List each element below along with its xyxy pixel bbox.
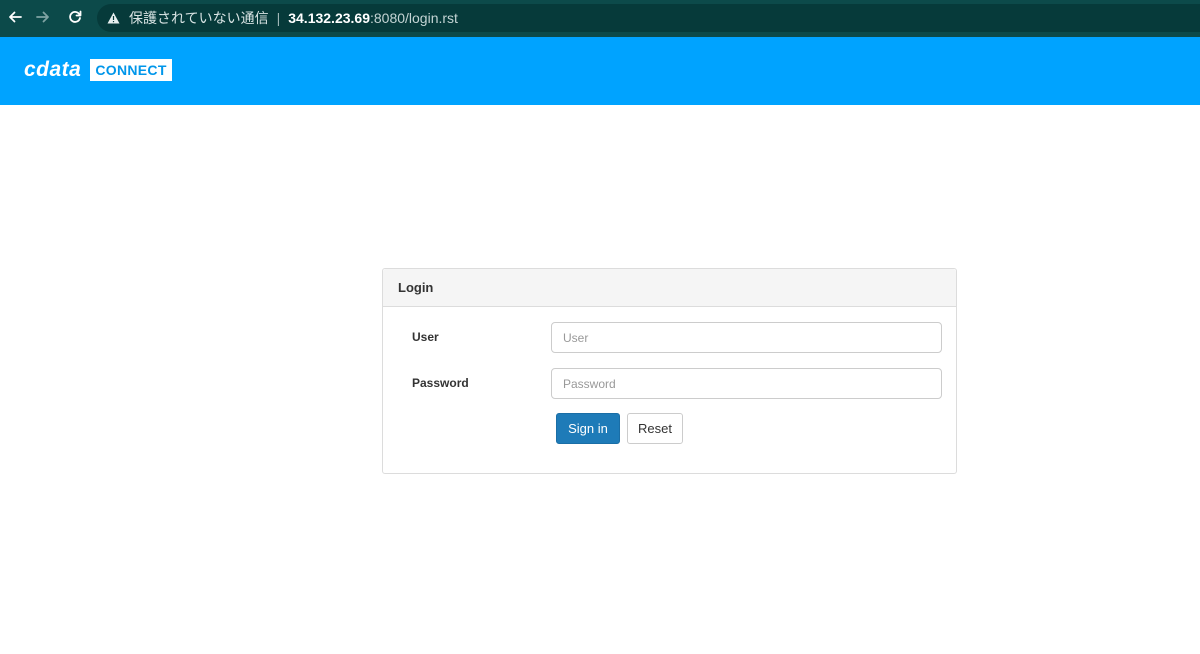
arrow-left-icon [9,11,22,23]
logo-wordmark: cdata [24,58,82,81]
url-host[interactable]: 34.132.23.69 [288,10,370,26]
cdata-connect-logo[interactable]: cdata CONNECT [24,58,172,82]
user-label: User [412,330,439,344]
password-label: Password [412,376,469,390]
browser-toolbar: 保護されていない通信 | 34.132.23.69:8080/login.rst [0,0,1200,37]
reset-button[interactable]: Reset [627,413,683,444]
reload-button[interactable] [60,0,90,34]
url-path[interactable]: :8080/login.rst [370,10,458,26]
warning-triangle-icon[interactable] [107,11,121,25]
app-header: cdata CONNECT [0,37,1200,105]
user-input[interactable] [551,322,942,353]
arrow-right-icon [36,11,49,23]
back-button[interactable] [0,0,30,34]
security-status-text[interactable]: 保護されていない通信 [129,8,269,28]
login-panel: Login User Password Sign in Reset [382,268,957,474]
address-separator: | [276,10,281,26]
password-input[interactable] [551,368,942,399]
sign-in-button[interactable]: Sign in [556,413,620,444]
reload-icon [69,10,82,23]
login-panel-title: Login [383,269,956,307]
address-bar[interactable]: 保護されていない通信 | 34.132.23.69:8080/login.rst [97,4,1200,32]
logo-badge: CONNECT [90,59,172,81]
forward-button[interactable] [28,0,58,34]
